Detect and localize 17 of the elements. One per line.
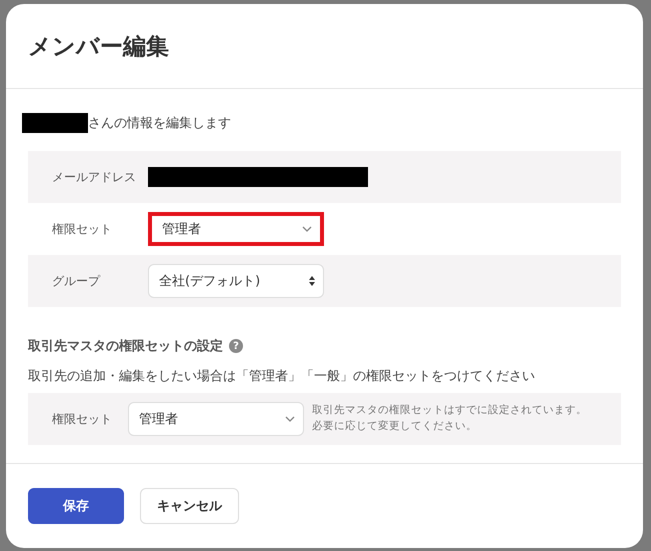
section-description: 取引先の追加・編集をしたい場合は「管理者」「一般」の権限セットをつけてください (28, 368, 536, 385)
intro-text: さんの情報を編集します (88, 115, 231, 132)
cancel-button[interactable]: キャンセル (140, 488, 239, 524)
select-field[interactable]: 管理者 (148, 212, 324, 246)
up-down-arrows-icon (309, 276, 315, 286)
chevron-down-icon (285, 416, 295, 422)
select-field[interactable]: 全社(デフォルト) (148, 264, 324, 298)
dialog-title: メンバー編集 (28, 32, 169, 62)
field-label: 権限セット (52, 410, 113, 428)
save-button[interactable]: 保存 (28, 488, 124, 524)
section-heading: 取引先マスタの権限セットの設定 (28, 338, 223, 355)
field-label: 権限セット (52, 220, 113, 238)
select-field[interactable]: 管理者 (128, 402, 304, 436)
chevron-down-icon (302, 226, 312, 232)
field-note: 取引先マスタの権限セットはすでに設定されています。必要に応じて変更してください。 (312, 403, 588, 434)
field-label: メールアドレス (52, 168, 137, 186)
field-label: グループ (52, 272, 102, 290)
